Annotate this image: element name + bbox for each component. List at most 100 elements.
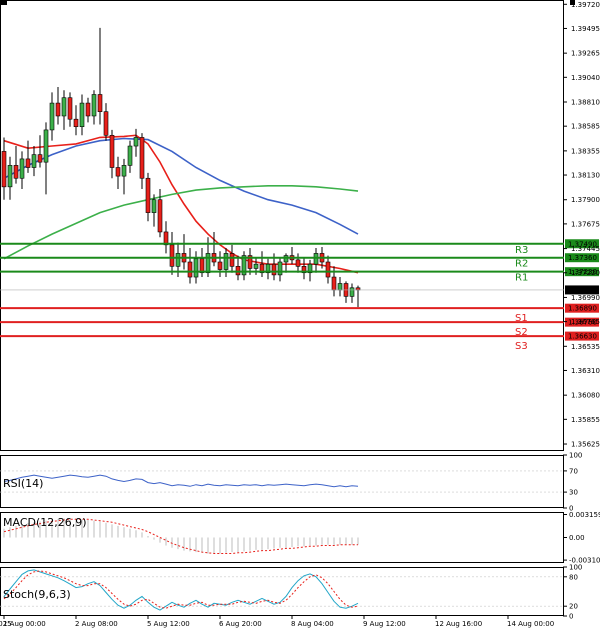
candle-body-bull bbox=[79, 102, 85, 128]
candle-body-bear bbox=[25, 158, 31, 168]
price-tick-label: 1.37900 bbox=[571, 196, 600, 204]
time-axis: 1 Aug 00:00 2 Aug 08:00 5 Aug 12:00 6 Aug 2… bbox=[0, 616, 554, 628]
panel-frame-3 bbox=[0, 567, 564, 616]
price-tick-label: 1.35625 bbox=[571, 441, 600, 449]
sub-tick-label: 0 bbox=[569, 613, 573, 621]
price-tick-label: 1.36990 bbox=[571, 294, 600, 302]
time-tick-label: 2 Aug 08:00 bbox=[75, 620, 118, 628]
price-tick-label: 1.38810 bbox=[571, 99, 600, 107]
candle-body-bear bbox=[229, 253, 235, 267]
candle-body-bull bbox=[175, 253, 181, 267]
candle-body-bear bbox=[235, 266, 241, 276]
time-tick-label: 6 Aug 20:00 bbox=[219, 620, 262, 628]
price-tick-label: 1.37220 bbox=[571, 269, 600, 277]
level-label-r2: R2 bbox=[515, 259, 528, 270]
time-tick-label: 31 Jul 2025 bbox=[0, 620, 12, 628]
candle-body-bull bbox=[121, 165, 127, 177]
candle-body-bull bbox=[61, 97, 67, 117]
candle-body-bull bbox=[349, 287, 355, 297]
candle-body-bull bbox=[43, 129, 49, 163]
candle-body-bear bbox=[139, 137, 145, 179]
level-label-s3: S3 bbox=[515, 341, 528, 352]
candle-body-bull bbox=[7, 165, 13, 188]
candle-body-bear bbox=[115, 167, 121, 177]
time-tick-label: 8 Aug 04:00 bbox=[291, 620, 334, 628]
rsi-label: RSI(14) bbox=[3, 477, 43, 490]
candle-body-bear bbox=[103, 111, 109, 136]
candle-body-bear bbox=[67, 97, 73, 120]
price-tick-label: 1.39040 bbox=[571, 74, 600, 82]
time-tick-label: 12 Aug 16:00 bbox=[435, 620, 482, 628]
candle-body-bear bbox=[325, 261, 331, 278]
price-tick-label: 1.38130 bbox=[571, 172, 600, 180]
level-tag-value: 1.36890 bbox=[568, 305, 597, 313]
time-tick-label: 14 Aug 00:00 bbox=[507, 620, 554, 628]
candle-body-bull bbox=[19, 158, 25, 179]
level-label-r1: R1 bbox=[515, 273, 528, 284]
candle-body-bear bbox=[85, 102, 91, 117]
candle-body-bull bbox=[337, 283, 343, 291]
sub-tick-label: 20 bbox=[569, 603, 578, 611]
price-tick-label: 1.38585 bbox=[571, 123, 600, 131]
candle-body-bear bbox=[37, 154, 43, 163]
candle-body-bull bbox=[277, 261, 283, 276]
scroll-marker bbox=[1, 0, 7, 5]
candle-body-bear bbox=[217, 261, 223, 270]
candle-body-bull bbox=[127, 145, 133, 166]
candle-body-bull bbox=[253, 263, 259, 269]
sub-tick-label: 0.003159 bbox=[569, 511, 600, 519]
stoch-label: Stoch(9,6,3) bbox=[3, 588, 71, 601]
sub-tick-label: 30 bbox=[569, 489, 578, 497]
candle-body-bull bbox=[193, 258, 199, 278]
price-tick-label: 1.36080 bbox=[571, 392, 600, 400]
chart-window: R3 1.37490 R2 1.37360 R1 1.37230 S1 1.36890 S2 1.… bbox=[0, 0, 600, 632]
candle-body-bull bbox=[91, 94, 97, 117]
price-tick-label: 1.39720 bbox=[571, 1, 600, 9]
candle-body-bear bbox=[187, 261, 193, 278]
level-label-r3: R3 bbox=[515, 245, 528, 256]
price-tick-label: 1.37675 bbox=[571, 220, 600, 228]
sub-tick-label: 0.00 bbox=[569, 534, 585, 542]
price-tick-label: 1.36535 bbox=[571, 343, 600, 351]
candle-body-bull bbox=[31, 154, 37, 168]
chart-canvas: R31.37490R21.37360R11.37230S11.36890S21.… bbox=[0, 0, 600, 628]
candle-body-bear bbox=[73, 118, 79, 128]
candle-body-bear bbox=[55, 102, 61, 117]
level-tag-value: 1.37360 bbox=[568, 254, 597, 262]
candle-body-bear bbox=[199, 258, 205, 274]
sub-tick-label: 100 bbox=[569, 564, 582, 572]
sub-tick-label: 100 bbox=[569, 452, 582, 460]
sub-tick-label: 80 bbox=[569, 573, 578, 581]
sub-tick-label: 70 bbox=[569, 467, 578, 475]
candle-body-bull bbox=[151, 199, 157, 213]
candle-body-bear bbox=[109, 135, 115, 168]
candle-body-bear bbox=[13, 165, 19, 179]
candle-body-bull bbox=[283, 255, 289, 263]
candle-body-bear bbox=[157, 199, 163, 233]
candle-body-bull bbox=[49, 102, 55, 131]
candle-body-bear bbox=[295, 259, 301, 267]
time-tick-label: 5 Aug 12:00 bbox=[147, 620, 190, 628]
price-axis: 1.39720 1.39495 1.39265 1.39040 1.38810 1.385… bbox=[563, 1, 600, 449]
panel-frame-1 bbox=[0, 455, 564, 508]
macd-label: MACD(12,26,9) bbox=[3, 516, 87, 529]
price-tick-label: 1.39495 bbox=[571, 25, 600, 33]
candle-body-bull bbox=[205, 253, 211, 274]
candle-body-bull bbox=[313, 253, 319, 265]
price-tick-label: 1.39265 bbox=[571, 50, 600, 58]
candle-body-bull bbox=[223, 253, 229, 270]
candle-body-bear bbox=[97, 94, 103, 112]
candle-body-bull bbox=[133, 137, 139, 147]
candle-body-bear bbox=[169, 244, 175, 267]
price-tick-label: 1.36310 bbox=[571, 367, 600, 375]
price-tick-label: 1.35855 bbox=[571, 416, 600, 424]
time-tick-label: 9 Aug 12:00 bbox=[363, 620, 406, 628]
price-tick-label: 1.38355 bbox=[571, 147, 600, 155]
candle-body-bear bbox=[145, 177, 151, 213]
panel-frame-0 bbox=[0, 0, 564, 451]
candle-body-bear bbox=[1, 151, 7, 188]
candle-body-bear bbox=[355, 287, 361, 291]
price-tick-label: 1.36765 bbox=[571, 318, 600, 326]
candle-body-bear bbox=[271, 263, 277, 276]
level-tag-value: 1.36630 bbox=[568, 333, 597, 341]
